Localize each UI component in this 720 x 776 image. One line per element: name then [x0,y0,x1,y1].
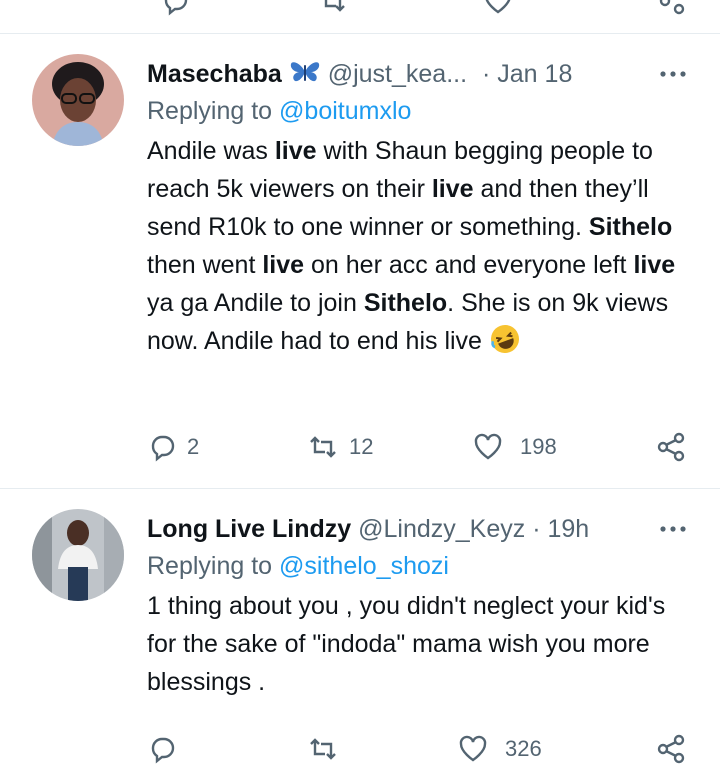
highlight-term: Sithelo [588,213,673,241]
avatar[interactable] [32,509,124,601]
tweet-header: Long Live Lindzy @Lindzy_Keyz · 19h [147,511,690,547]
handle[interactable]: @just_kea... [328,60,467,88]
butterfly-icon [290,62,319,82]
highlight-term: live [262,251,305,279]
reply-button[interactable]: 2 [147,427,199,467]
reply-button[interactable] [147,729,177,769]
like-count: 326 [505,736,542,761]
reply-icon[interactable] [160,0,190,16]
tweet-masechaba[interactable]: Masechaba @just_kea... · Jan 18 Replying… [0,34,720,487]
more-icon[interactable] [656,511,690,547]
tweet-header: Masechaba @just_kea... · Jan 18 [147,56,690,92]
retweet-icon [310,738,336,760]
laughing-emoji [490,325,519,354]
like-icon [459,735,487,762]
text-segment: on her acc and everyone left [304,251,634,279]
like-icon [474,433,502,460]
highlight-term: live [633,251,676,279]
share-button[interactable] [655,729,687,769]
highlight-term: live [274,137,317,165]
like-count: 198 [520,434,557,459]
previous-tweet-actions [0,0,720,30]
tweet-actions: 2 12 198 [147,427,707,467]
highlight-term: Sithelo [363,289,448,317]
mention-link[interactable]: @boitumxlo [279,97,411,125]
text-segment: ya ga Andile to join [147,289,364,317]
share-button[interactable] [655,427,687,467]
display-name[interactable]: Masechaba [147,60,282,88]
more-icon[interactable] [656,56,690,92]
like-button[interactable]: 326 [457,729,542,769]
like-button[interactable]: 198 [472,427,557,467]
mention-link[interactable]: @sithelo_shozi [279,552,449,580]
text-segment: Andile was [147,137,275,165]
share-icon [657,432,685,462]
tweet-actions: 326 [147,729,707,769]
tweet-lindzy[interactable]: Long Live Lindzy @Lindzy_Keyz · 19h Repl… [0,489,720,776]
tweet-text: Andile was live with Shaun begging peopl… [147,132,690,360]
separator: · [532,515,541,543]
display-name[interactable]: Long Live Lindzy [147,515,351,543]
reply-icon [151,435,175,462]
replying-to: Replying to @sithelo_shozi [147,552,449,580]
retweet-icon[interactable] [318,0,348,16]
highlight-term: live [431,175,474,203]
text-segment: then went [147,251,263,279]
retweet-button[interactable] [307,729,339,769]
like-icon[interactable] [483,0,513,16]
reply-count: 2 [187,434,200,459]
timestamp[interactable]: 19h [548,515,590,543]
reply-icon [151,737,175,764]
tweet-content: Long Live Lindzy @Lindzy_Keyz · 19h Repl… [147,511,690,701]
handle[interactable]: @Lindzy_Keyz [358,515,525,543]
retweet-count: 12 [349,434,374,459]
retweet-button[interactable]: 12 [307,427,373,467]
tweet-content: Masechaba @just_kea... · Jan 18 Replying… [147,56,690,360]
replying-to: Replying to @boitumxlo [147,97,412,125]
timestamp[interactable]: Jan 18 [497,60,572,88]
share-icon[interactable] [657,0,687,16]
avatar[interactable] [32,54,124,146]
separator: · [482,60,491,88]
tweet-text: 1 thing about you , you didn't neglect y… [147,592,666,696]
share-icon [657,734,685,764]
retweet-icon [310,436,336,458]
